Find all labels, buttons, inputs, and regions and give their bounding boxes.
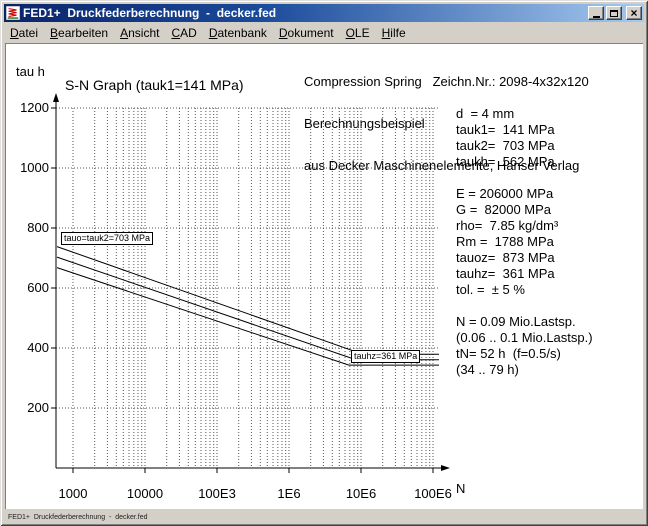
menu-item-ole[interactable]: OLE — [340, 24, 376, 42]
close-button[interactable]: × — [626, 6, 642, 20]
info-line: (0.06 .. 0.1 Mio.Lastsp.) — [456, 330, 593, 346]
app-icon — [6, 6, 20, 20]
info-line: tauhz= 361 MPa — [456, 266, 593, 282]
maximize-icon — [610, 10, 618, 17]
minimize-icon — [593, 16, 600, 18]
close-icon: × — [630, 8, 637, 18]
window-controls: × — [586, 6, 642, 20]
svg-text:10000: 10000 — [127, 486, 163, 501]
info-line: tauk1= 141 MPa — [456, 122, 593, 138]
menu-bar: DateiBearbeitenAnsichtCADDatenbankDokume… — [4, 23, 644, 42]
window-title: FED1+ Druckfederberechnung - decker.fed — [23, 6, 586, 20]
axes: 1200 1000 800 600 400 200 1000 10000 100E3 1E6 10E… — [20, 93, 452, 501]
svg-text:600: 600 — [27, 280, 49, 295]
client-area: Compression Spring Zeichn.Nr.: 2098-4x32… — [5, 43, 643, 509]
menu-item-ansicht[interactable]: Ansicht — [114, 24, 165, 42]
info-line: tN= 52 h (f=0.5/s) — [456, 346, 593, 362]
menu-item-datei[interactable]: Datei — [4, 24, 44, 42]
menu-item-cad[interactable]: CAD — [165, 24, 202, 42]
info-line: tauoz= 873 MPa — [456, 250, 593, 266]
info-line — [456, 298, 593, 314]
info-line — [456, 170, 593, 186]
minimize-button[interactable] — [588, 6, 604, 20]
curve-annotation: tauhz=361 MPa — [351, 350, 420, 363]
status-bar: FED1+ Druckfederberechnung - decker.fed — [8, 514, 148, 521]
svg-text:200: 200 — [27, 400, 49, 415]
info-line: E = 206000 MPa — [456, 186, 593, 202]
svg-text:800: 800 — [27, 220, 49, 235]
svg-text:1000: 1000 — [20, 160, 49, 175]
info-line: G = 82000 MPa — [456, 202, 593, 218]
menu-item-dokument[interactable]: Dokument — [273, 24, 340, 42]
title-bar[interactable]: FED1+ Druckfederberechnung - decker.fed … — [4, 4, 644, 22]
svg-text:100E3: 100E3 — [198, 486, 236, 501]
series-lines — [57, 247, 439, 366]
info-line: rho= 7.85 kg/dm³ — [456, 218, 593, 234]
svg-text:1000: 1000 — [59, 486, 88, 501]
info-line: N = 0.09 Mio.Lastsp. — [456, 314, 593, 330]
grid — [56, 108, 439, 468]
svg-text:1200: 1200 — [20, 100, 49, 115]
info-line: (34 .. 79 h) — [456, 362, 593, 378]
info-line: taukh= 562 MPa — [456, 154, 593, 170]
curve-annotation: tauo=tauk2=703 MPa — [61, 232, 153, 245]
maximize-button[interactable] — [606, 6, 622, 20]
info-line: tol. = ± 5 % — [456, 282, 593, 298]
svg-text:100E6: 100E6 — [414, 486, 452, 501]
info-line: d = 4 mm — [456, 106, 593, 122]
menu-item-hilfe[interactable]: Hilfe — [376, 24, 412, 42]
app-window: FED1+ Druckfederberechnung - decker.fed … — [0, 0, 648, 526]
info-panel: d = 4 mmtauk1= 141 MPatauk2= 703 MPatauk… — [456, 106, 593, 378]
svg-text:400: 400 — [27, 340, 49, 355]
svg-text:10E6: 10E6 — [346, 486, 376, 501]
menu-item-datenbank[interactable]: Datenbank — [203, 24, 273, 42]
info-line: Rm = 1788 MPa — [456, 234, 593, 250]
info-line: tauk2= 703 MPa — [456, 138, 593, 154]
svg-text:1E6: 1E6 — [277, 486, 300, 501]
menu-item-bearbeiten[interactable]: Bearbeiten — [44, 24, 114, 42]
